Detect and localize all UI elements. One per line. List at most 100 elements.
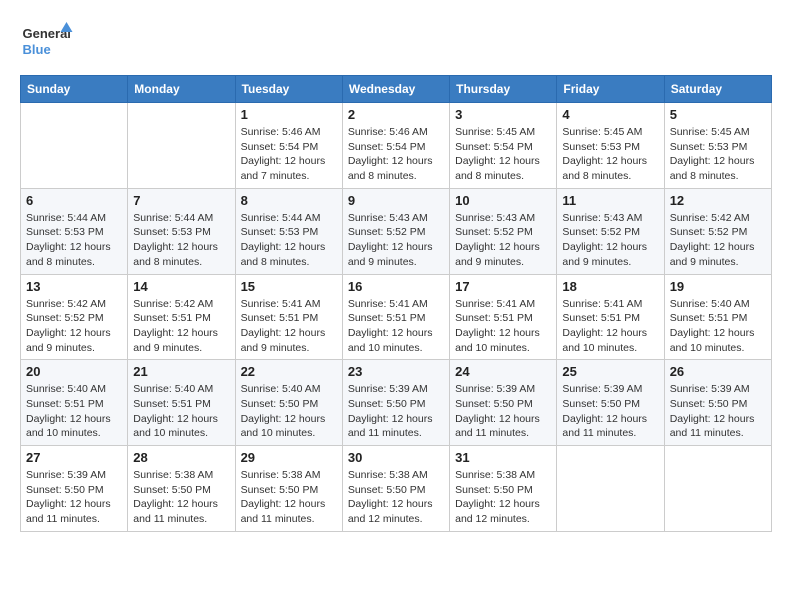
calendar-cell: 20 Sunrise: 5:40 AMSunset: 5:51 PMDayligh… bbox=[21, 360, 128, 446]
calendar-cell: 11 Sunrise: 5:43 AMSunset: 5:52 PMDayligh… bbox=[557, 188, 664, 274]
day-number: 27 bbox=[26, 450, 122, 465]
calendar-cell: 14 Sunrise: 5:42 AMSunset: 5:51 PMDayligh… bbox=[128, 274, 235, 360]
day-number: 30 bbox=[348, 450, 444, 465]
calendar-header-tuesday: Tuesday bbox=[235, 76, 342, 103]
day-number: 2 bbox=[348, 107, 444, 122]
day-number: 10 bbox=[455, 193, 551, 208]
calendar-cell: 3Sunrise: 5:45 AMSunset: 5:54 PMDaylight… bbox=[450, 103, 557, 189]
day-info: Sunrise: 5:38 AMSunset: 5:50 PMDaylight:… bbox=[348, 468, 444, 527]
calendar-cell: 8 Sunrise: 5:44 AMSunset: 5:53 PMDaylight… bbox=[235, 188, 342, 274]
day-number: 20 bbox=[26, 364, 122, 379]
day-number: 4 bbox=[562, 107, 658, 122]
day-number: 28 bbox=[133, 450, 229, 465]
calendar-cell: 17Sunrise: 5:41 AMSunset: 5:51 PMDayligh… bbox=[450, 274, 557, 360]
day-info: Sunrise: 5:38 AMSunset: 5:50 PMDaylight:… bbox=[241, 468, 337, 527]
day-info: Sunrise: 5:45 AMSunset: 5:53 PMDaylight:… bbox=[562, 125, 658, 184]
logo-svg: General Blue bbox=[20, 20, 75, 65]
day-info: Sunrise: 5:38 AMSunset: 5:50 PMDaylight:… bbox=[133, 468, 229, 527]
day-info: Sunrise: 5:43 AMSunset: 5:52 PMDaylight:… bbox=[455, 211, 551, 270]
day-info: Sunrise: 5:46 AMSunset: 5:54 PMDaylight:… bbox=[348, 125, 444, 184]
day-number: 14 bbox=[133, 279, 229, 294]
calendar-cell: 16 Sunrise: 5:41 AMSunset: 5:51 PMDayligh… bbox=[342, 274, 449, 360]
day-number: 24 bbox=[455, 364, 551, 379]
calendar-header-monday: Monday bbox=[128, 76, 235, 103]
day-number: 16 bbox=[348, 279, 444, 294]
calendar-week-row: 27 Sunrise: 5:39 AMSunset: 5:50 PMDayligh… bbox=[21, 446, 772, 532]
calendar-cell: 24 Sunrise: 5:39 AMSunset: 5:50 PMDayligh… bbox=[450, 360, 557, 446]
calendar-header-saturday: Saturday bbox=[664, 76, 771, 103]
calendar-cell: 28 Sunrise: 5:38 AMSunset: 5:50 PMDayligh… bbox=[128, 446, 235, 532]
day-number: 11 bbox=[562, 193, 658, 208]
calendar-cell bbox=[128, 103, 235, 189]
day-info: Sunrise: 5:44 AMSunset: 5:53 PMDaylight:… bbox=[241, 211, 337, 270]
day-number: 5 bbox=[670, 107, 766, 122]
calendar-header-row: SundayMondayTuesdayWednesdayThursdayFrid… bbox=[21, 76, 772, 103]
day-number: 29 bbox=[241, 450, 337, 465]
calendar-cell: 13 Sunrise: 5:42 AMSunset: 5:52 PMDayligh… bbox=[21, 274, 128, 360]
day-number: 8 bbox=[241, 193, 337, 208]
calendar-week-row: 13 Sunrise: 5:42 AMSunset: 5:52 PMDayligh… bbox=[21, 274, 772, 360]
calendar-cell: 18Sunrise: 5:41 AMSunset: 5:51 PMDayligh… bbox=[557, 274, 664, 360]
day-info: Sunrise: 5:39 AMSunset: 5:50 PMDaylight:… bbox=[562, 382, 658, 441]
calendar-cell: 4 Sunrise: 5:45 AMSunset: 5:53 PMDaylight… bbox=[557, 103, 664, 189]
day-info: Sunrise: 5:40 AMSunset: 5:50 PMDaylight:… bbox=[241, 382, 337, 441]
day-info: Sunrise: 5:41 AMSunset: 5:51 PMDaylight:… bbox=[455, 297, 551, 356]
day-number: 22 bbox=[241, 364, 337, 379]
calendar-cell: 23 Sunrise: 5:39 AMSunset: 5:50 PMDayligh… bbox=[342, 360, 449, 446]
calendar-cell bbox=[664, 446, 771, 532]
calendar-cell: 21 Sunrise: 5:40 AMSunset: 5:51 PMDayligh… bbox=[128, 360, 235, 446]
calendar-cell bbox=[557, 446, 664, 532]
day-info: Sunrise: 5:41 AMSunset: 5:51 PMDaylight:… bbox=[348, 297, 444, 356]
day-number: 21 bbox=[133, 364, 229, 379]
day-number: 12 bbox=[670, 193, 766, 208]
calendar-cell: 25 Sunrise: 5:39 AMSunset: 5:50 PMDayligh… bbox=[557, 360, 664, 446]
day-info: Sunrise: 5:43 AMSunset: 5:52 PMDaylight:… bbox=[562, 211, 658, 270]
day-number: 13 bbox=[26, 279, 122, 294]
day-info: Sunrise: 5:41 AMSunset: 5:51 PMDaylight:… bbox=[241, 297, 337, 356]
day-info: Sunrise: 5:42 AMSunset: 5:51 PMDaylight:… bbox=[133, 297, 229, 356]
page-header: General Blue bbox=[20, 20, 772, 65]
day-info: Sunrise: 5:39 AMSunset: 5:50 PMDaylight:… bbox=[26, 468, 122, 527]
day-info: Sunrise: 5:40 AMSunset: 5:51 PMDaylight:… bbox=[26, 382, 122, 441]
day-number: 1 bbox=[241, 107, 337, 122]
day-info: Sunrise: 5:39 AMSunset: 5:50 PMDaylight:… bbox=[455, 382, 551, 441]
day-info: Sunrise: 5:42 AMSunset: 5:52 PMDaylight:… bbox=[26, 297, 122, 356]
calendar-cell: 7 Sunrise: 5:44 AMSunset: 5:53 PMDaylight… bbox=[128, 188, 235, 274]
day-info: Sunrise: 5:41 AMSunset: 5:51 PMDaylight:… bbox=[562, 297, 658, 356]
calendar-cell: 27 Sunrise: 5:39 AMSunset: 5:50 PMDayligh… bbox=[21, 446, 128, 532]
calendar-header-friday: Friday bbox=[557, 76, 664, 103]
day-info: Sunrise: 5:45 AMSunset: 5:53 PMDaylight:… bbox=[670, 125, 766, 184]
calendar-cell: 6 Sunrise: 5:44 AMSunset: 5:53 PMDaylight… bbox=[21, 188, 128, 274]
day-number: 3 bbox=[455, 107, 551, 122]
day-info: Sunrise: 5:46 AMSunset: 5:54 PMDaylight:… bbox=[241, 125, 337, 184]
calendar-cell: 31 Sunrise: 5:38 AMSunset: 5:50 PMDayligh… bbox=[450, 446, 557, 532]
calendar-table: SundayMondayTuesdayWednesdayThursdayFrid… bbox=[20, 75, 772, 532]
day-info: Sunrise: 5:39 AMSunset: 5:50 PMDaylight:… bbox=[348, 382, 444, 441]
calendar-cell: 12 Sunrise: 5:42 AMSunset: 5:52 PMDayligh… bbox=[664, 188, 771, 274]
day-number: 26 bbox=[670, 364, 766, 379]
svg-text:Blue: Blue bbox=[23, 42, 51, 57]
logo: General Blue bbox=[20, 20, 75, 65]
day-info: Sunrise: 5:40 AMSunset: 5:51 PMDaylight:… bbox=[133, 382, 229, 441]
calendar-header-sunday: Sunday bbox=[21, 76, 128, 103]
calendar-header-wednesday: Wednesday bbox=[342, 76, 449, 103]
day-info: Sunrise: 5:44 AMSunset: 5:53 PMDaylight:… bbox=[133, 211, 229, 270]
day-number: 9 bbox=[348, 193, 444, 208]
day-number: 25 bbox=[562, 364, 658, 379]
day-number: 31 bbox=[455, 450, 551, 465]
day-number: 23 bbox=[348, 364, 444, 379]
calendar-cell: 22 Sunrise: 5:40 AMSunset: 5:50 PMDayligh… bbox=[235, 360, 342, 446]
day-number: 7 bbox=[133, 193, 229, 208]
calendar-cell: 30 Sunrise: 5:38 AMSunset: 5:50 PMDayligh… bbox=[342, 446, 449, 532]
day-info: Sunrise: 5:42 AMSunset: 5:52 PMDaylight:… bbox=[670, 211, 766, 270]
calendar-cell bbox=[21, 103, 128, 189]
day-info: Sunrise: 5:38 AMSunset: 5:50 PMDaylight:… bbox=[455, 468, 551, 527]
day-number: 6 bbox=[26, 193, 122, 208]
calendar-week-row: 6 Sunrise: 5:44 AMSunset: 5:53 PMDaylight… bbox=[21, 188, 772, 274]
day-number: 15 bbox=[241, 279, 337, 294]
calendar-cell: 19Sunrise: 5:40 AMSunset: 5:51 PMDayligh… bbox=[664, 274, 771, 360]
day-info: Sunrise: 5:44 AMSunset: 5:53 PMDaylight:… bbox=[26, 211, 122, 270]
calendar-cell: 29 Sunrise: 5:38 AMSunset: 5:50 PMDayligh… bbox=[235, 446, 342, 532]
calendar-cell: 5 Sunrise: 5:45 AMSunset: 5:53 PMDaylight… bbox=[664, 103, 771, 189]
day-info: Sunrise: 5:39 AMSunset: 5:50 PMDaylight:… bbox=[670, 382, 766, 441]
